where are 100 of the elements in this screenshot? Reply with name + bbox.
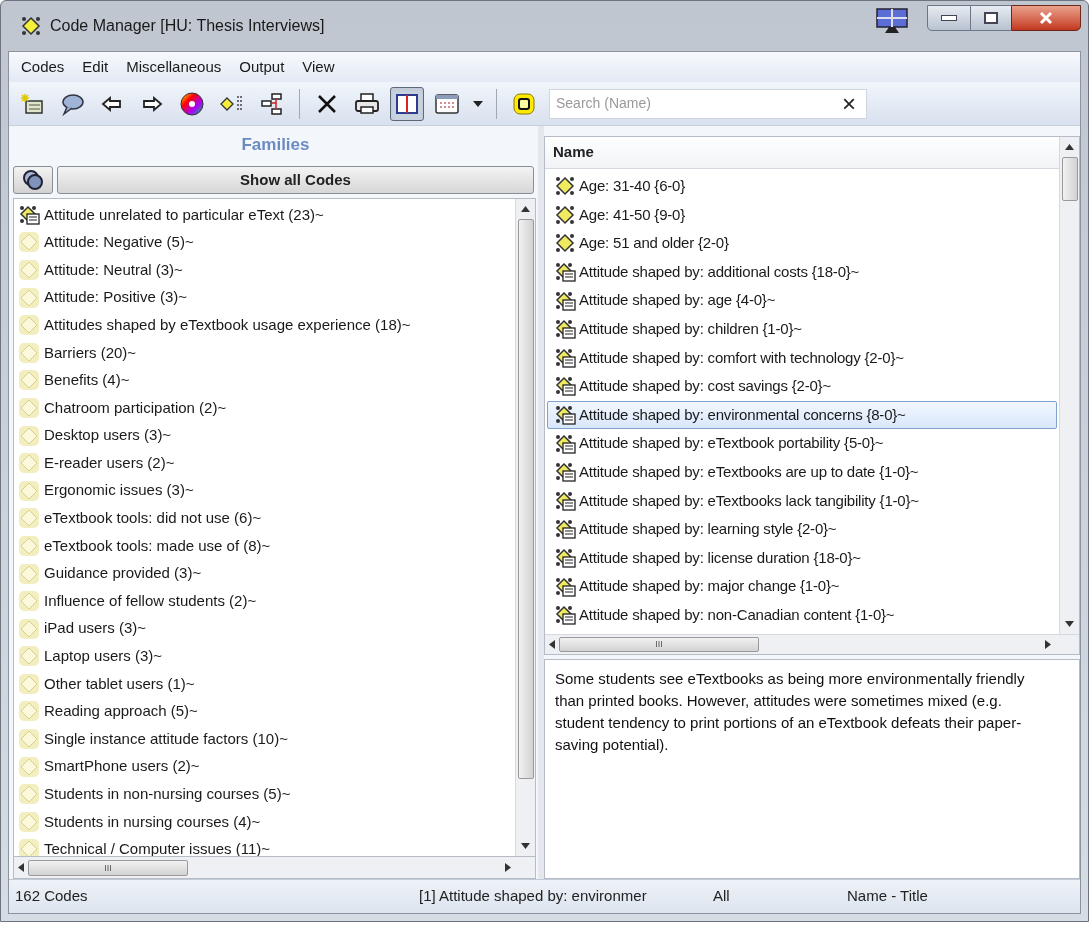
family-item[interactable]: Benefits (4)~ xyxy=(44,369,130,392)
commented-code-icon xyxy=(554,261,576,284)
code-row[interactable]: Attitude shaped by: additional costs {18-0}~ xyxy=(547,257,1057,287)
horizontal-scrollbar[interactable]: III xyxy=(13,857,536,879)
family-icon xyxy=(18,534,40,557)
comment-editor[interactable] xyxy=(544,659,1080,879)
menu-item[interactable]: Edit xyxy=(73,55,118,79)
family-item[interactable]: SmartPhone users (2)~ xyxy=(44,755,200,778)
minimize-button[interactable] xyxy=(927,5,971,31)
family-item[interactable]: Barriers (20)~ xyxy=(44,341,137,364)
family-item[interactable]: eTextbook tools: did not use (6)~ xyxy=(44,507,262,530)
horizontal-scrollbar[interactable]: III xyxy=(545,634,1079,654)
code-label: Attitude shaped by: children {1-0}~ xyxy=(579,319,802,339)
search-field[interactable]: Search (Name) × xyxy=(549,88,867,119)
family-item[interactable]: Attitude: Negative (5)~ xyxy=(44,231,194,254)
maximize-button[interactable] xyxy=(971,5,1011,31)
scroll-up-arrow-icon[interactable] xyxy=(1065,144,1074,150)
code-row[interactable]: Attitude shaped by: non-Canadian content {1-0}~ xyxy=(547,600,1057,630)
scroll-up-arrow-icon[interactable] xyxy=(521,206,530,212)
split-pane-icon xyxy=(396,93,418,114)
rounded-square-icon xyxy=(512,91,536,116)
code-label: Attitude shaped by: additional costs {18-0}~ xyxy=(579,261,860,282)
monitor-icon[interactable] xyxy=(875,7,909,35)
family-item[interactable]: Laptop users (3)~ xyxy=(44,645,162,668)
family-item[interactable]: E-reader users (2)~ xyxy=(44,451,175,475)
code-row[interactable]: Attitude shaped by: age {4-0}~ xyxy=(547,286,1057,315)
code-row[interactable]: Attitude shaped by: cost savings {2-0}~ xyxy=(547,372,1057,401)
scroll-thumb[interactable] xyxy=(517,219,534,779)
family-item[interactable]: Desktop users (3)~ xyxy=(44,424,172,447)
family-icon xyxy=(18,452,40,475)
vertical-scrollbar[interactable] xyxy=(515,199,535,856)
menu-item[interactable]: Codes xyxy=(12,55,74,79)
code-row[interactable]: Attitude shaped by: learning style {2-0}~ xyxy=(547,515,1057,544)
family-item[interactable]: Chatroom participation (2)~ xyxy=(44,396,227,420)
commented-code-icon xyxy=(554,489,576,512)
family-item[interactable]: Attitude unrelated to particular eText (23)~ xyxy=(44,203,324,227)
commented-code-icon xyxy=(554,547,576,569)
scroll-thumb[interactable]: III xyxy=(559,637,759,652)
family-item[interactable]: Single instance attitude factors (10)~ xyxy=(44,727,288,751)
menu-item[interactable]: Miscellaneous xyxy=(117,55,231,79)
family-icon xyxy=(18,783,40,806)
family-icon xyxy=(18,314,40,337)
family-icon xyxy=(18,507,40,530)
family-item[interactable]: Attitudes shaped by eTextbook usage experience (18)~ xyxy=(44,313,411,337)
code-row[interactable]: Attitude shaped by: eTextbooks are up to date {1-0}~ xyxy=(547,457,1057,487)
comment-text: Some students see eTextbooks as being more environmentally friendly than printed books. However, attitudes were sometimes mixed (e.g. student tendency to print portions of an eTextbook defeats their paper-saving potential). xyxy=(555,669,1026,755)
family-item[interactable]: Guidance provided (3)~ xyxy=(44,562,202,585)
family-icon xyxy=(18,617,40,640)
close-icon xyxy=(1038,11,1054,25)
code-label: Attitude shaped by: comfort with technology {2-0}~ xyxy=(579,347,904,368)
show-all-codes-button[interactable]: Show all Codes xyxy=(57,166,534,194)
code-row[interactable]: Attitude shaped by: license duration {18-0}~ xyxy=(547,543,1057,573)
clear-search-button[interactable]: × xyxy=(838,91,860,116)
family-icon xyxy=(18,231,40,254)
scroll-right-arrow-icon[interactable] xyxy=(505,863,511,872)
family-item[interactable]: Influence of fellow students (2)~ xyxy=(44,589,257,613)
code-row[interactable]: Age: 41-50 {9-0} xyxy=(547,200,1057,230)
speech-bubble-icon xyxy=(60,91,84,116)
right-arrow-icon xyxy=(141,95,163,112)
code-row[interactable]: Age: 51 and older {2-0} xyxy=(547,229,1057,258)
scroll-thumb[interactable] xyxy=(1061,157,1078,201)
scroll-down-arrow-icon[interactable] xyxy=(521,843,530,849)
status-count: 162 Codes xyxy=(14,886,89,907)
code-row[interactable]: Attitude shaped by: comfort with technology {2-0}~ xyxy=(547,343,1057,373)
code-row[interactable]: Age: 31-40 {6-0} xyxy=(547,172,1057,201)
code-label: Attitude shaped by: major change {1-0}~ xyxy=(579,576,840,597)
code-label: Attitude shaped by: age {4-0}~ xyxy=(579,290,776,311)
toolbar-button[interactable] xyxy=(390,86,424,121)
scroll-thumb[interactable]: III xyxy=(28,859,188,876)
family-item[interactable]: Attitude: Neutral (3)~ xyxy=(44,258,183,282)
family-icon xyxy=(18,396,40,419)
scroll-down-arrow-icon[interactable] xyxy=(1065,621,1074,627)
vertical-scrollbar[interactable] xyxy=(1059,137,1079,634)
family-item[interactable]: Students in nursing courses (4)~ xyxy=(44,810,261,834)
family-icon xyxy=(18,755,40,778)
family-item[interactable]: eTextbook tools: made use of (8)~ xyxy=(44,534,271,558)
commented-code-icon xyxy=(554,289,576,312)
scroll-right-arrow-icon[interactable] xyxy=(1045,640,1051,649)
scroll-left-arrow-icon[interactable] xyxy=(18,863,24,872)
code-row[interactable]: Attitude shaped by: environmental concerns {8-0}~ xyxy=(547,400,1057,430)
code-row[interactable]: Attitude shaped by: eTextbook portability {5-0}~ xyxy=(547,429,1057,458)
commented-code-icon xyxy=(554,575,576,598)
family-item[interactable]: Attitude: Positive (3)~ xyxy=(44,286,187,309)
menu-item[interactable]: Output xyxy=(230,55,294,79)
families-toggle-button[interactable] xyxy=(13,166,53,194)
scroll-left-arrow-icon[interactable] xyxy=(549,640,555,649)
family-item[interactable]: Students in non-nursing courses (5)~ xyxy=(44,783,291,806)
close-button[interactable] xyxy=(1011,5,1081,31)
family-item[interactable]: iPad users (3)~ xyxy=(44,617,147,640)
code-row[interactable]: Attitude shaped by: eTextbooks lack tangibility {1-0}~ xyxy=(547,486,1057,516)
family-item[interactable]: Other tablet users (1)~ xyxy=(44,672,195,696)
code-row[interactable]: Attitude shaped by: major change {1-0}~ xyxy=(547,572,1057,601)
family-item[interactable]: Reading approach (5)~ xyxy=(44,700,198,723)
family-icon xyxy=(18,424,40,447)
code-label: Attitude shaped by: eTextbooks are up to date {1-0}~ xyxy=(579,462,919,482)
menu-item[interactable]: View xyxy=(293,55,344,79)
family-item[interactable]: Ergonomic issues (3)~ xyxy=(44,479,194,502)
family-icon xyxy=(18,728,40,751)
printer-icon xyxy=(354,91,380,116)
code-row[interactable]: Attitude shaped by: children {1-0}~ xyxy=(547,314,1057,344)
